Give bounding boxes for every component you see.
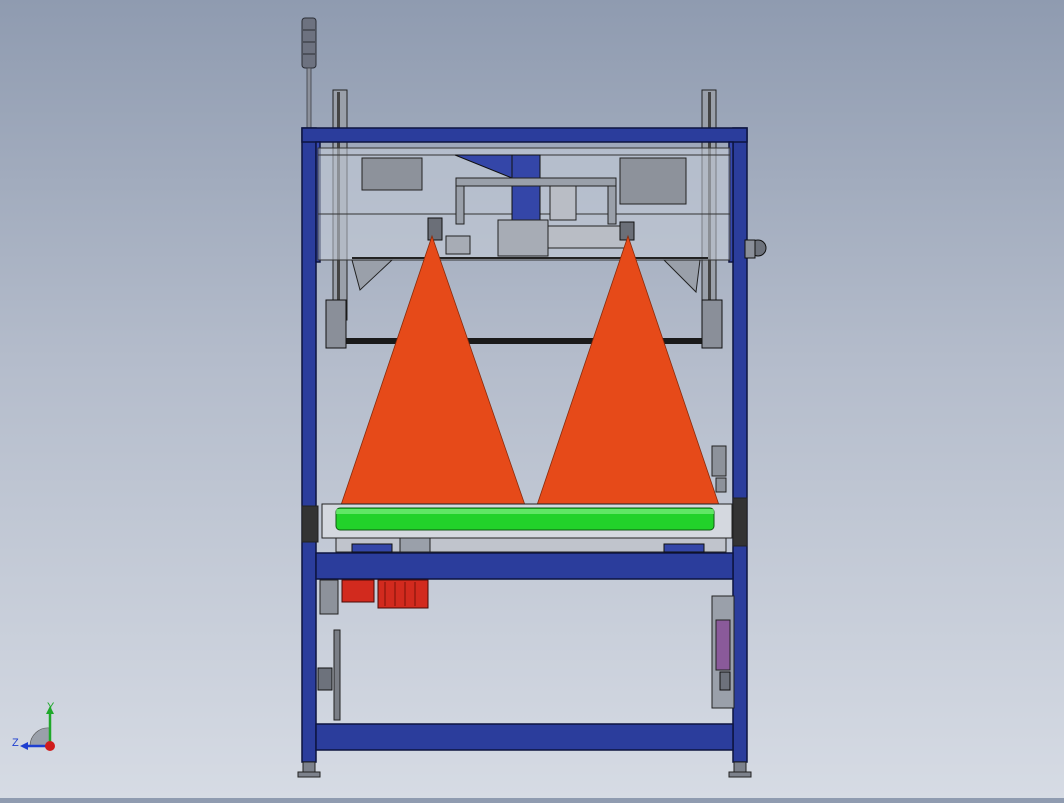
drive-motor[interactable]	[319, 579, 429, 615]
axis-y-label: Y	[47, 701, 55, 713]
conveyor-roller[interactable]	[321, 503, 733, 553]
leveling-feet	[297, 761, 752, 778]
model-drawing[interactable]: Y Z	[0, 0, 1064, 798]
lower-components	[317, 595, 735, 721]
laser-beams	[339, 234, 721, 509]
top-housing[interactable]	[317, 147, 767, 294]
signal-tower[interactable]	[301, 17, 317, 131]
cad-viewport[interactable]: Y Z	[0, 0, 1064, 798]
axis-z-label: Z	[12, 737, 19, 749]
